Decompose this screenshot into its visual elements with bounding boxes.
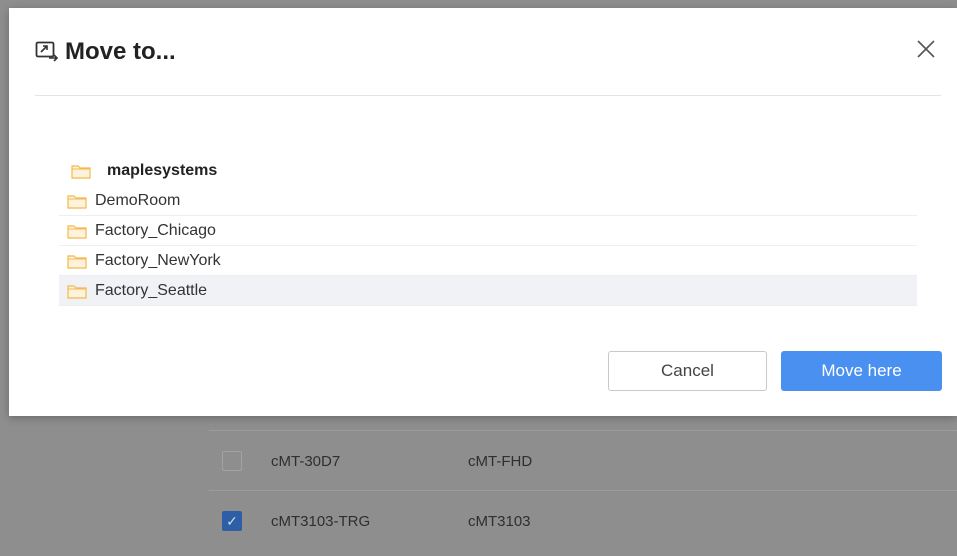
folder-icon [67, 284, 87, 299]
folder-icon [67, 224, 87, 239]
tree-root-label: maplesystems [107, 162, 218, 179]
folder-item-factory-newyork[interactable]: Factory_NewYork [59, 246, 917, 276]
folder-label: Factory_Chicago [95, 221, 216, 239]
folder-icon [67, 254, 87, 269]
folder-item-factory-seattle[interactable]: Factory_Seattle [59, 276, 917, 306]
device-model-cell: cMT3103 [468, 512, 531, 530]
device-name-cell: cMT-30D7 [271, 452, 341, 470]
move-to-dialog: Move to... maplesystems DemoRoom Factory… [9, 8, 957, 416]
folder-list: DemoRoom Factory_Chicago Factory_NewYork [59, 186, 917, 306]
table-row: cMT-30D7 cMT-FHD [209, 430, 957, 491]
device-name-cell: cMT3103-TRG [271, 512, 371, 530]
folder-icon [71, 165, 91, 179]
move-here-button[interactable]: Move here [781, 351, 942, 391]
folder-label: DemoRoom [95, 191, 181, 209]
dialog-title: Move to... [65, 38, 176, 65]
tree-root[interactable]: maplesystems [59, 158, 217, 184]
folder-item-factory-chicago[interactable]: Factory_Chicago [59, 216, 917, 246]
row-checkbox[interactable]: ✓ [222, 511, 242, 531]
table-row: ✓ cMT3103-TRG cMT3103 [209, 490, 957, 551]
device-table: cMT-30D7 cMT-FHD ✓ cMT3103-TRG cMT3103 [209, 420, 957, 556]
dialog-header: Move to... [9, 8, 957, 96]
header-divider [35, 95, 941, 96]
row-checkbox[interactable] [222, 451, 242, 471]
device-model-cell: cMT-FHD [468, 452, 533, 470]
folder-label: Factory_NewYork [95, 251, 221, 269]
folder-label: Factory_Seattle [95, 281, 208, 299]
move-to-icon [35, 41, 59, 62]
cancel-button[interactable]: Cancel [608, 351, 767, 391]
folder-item-demoroom[interactable]: DemoRoom [59, 186, 917, 216]
folder-icon [67, 194, 87, 209]
close-icon[interactable] [915, 38, 937, 60]
